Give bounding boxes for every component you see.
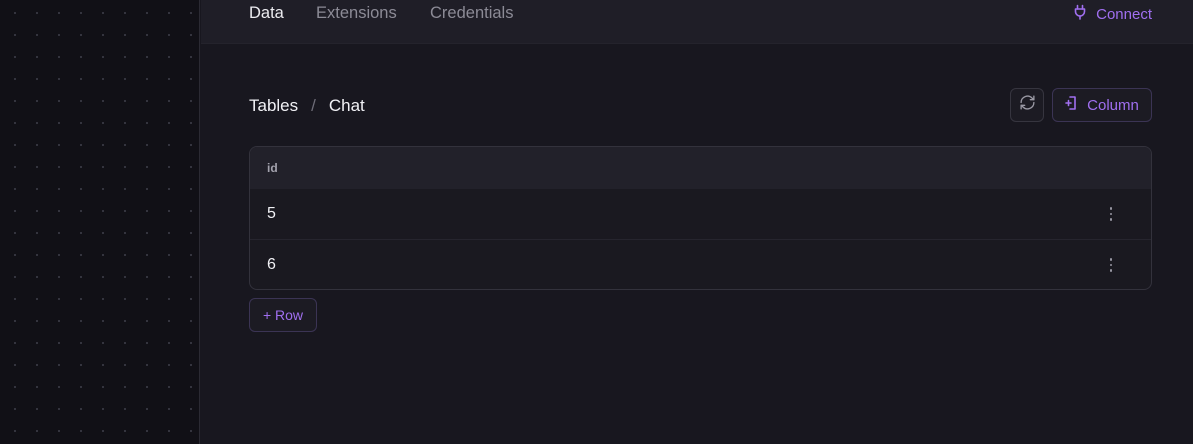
refresh-button[interactable] (1010, 88, 1044, 122)
plug-icon (1073, 4, 1087, 24)
breadcrumb-current-table: Chat (328, 96, 365, 115)
connect-label: Connect (1096, 5, 1152, 23)
tab-credentials[interactable]: Credentials (430, 4, 513, 23)
table-row[interactable]: 5 (250, 189, 1151, 239)
row-menu-icon[interactable] (1107, 258, 1115, 272)
tab-data[interactable]: Data (249, 4, 284, 23)
data-table: id 5 6 (249, 146, 1152, 290)
column-header-id[interactable]: id (267, 161, 278, 175)
tab-extensions[interactable]: Extensions (316, 4, 397, 23)
table-row[interactable]: 6 (250, 239, 1151, 289)
main-panel: Data Extensions Credentials Connect Tabl… (201, 0, 1193, 444)
row-menu-icon[interactable] (1107, 207, 1115, 221)
add-row-button[interactable]: + Row (249, 298, 317, 332)
add-column-label: Column (1087, 96, 1139, 114)
cell-id[interactable]: 6 (267, 256, 276, 274)
add-column-button[interactable]: Column (1052, 88, 1152, 122)
table-header: id (250, 147, 1151, 189)
dotted-canvas-panel (0, 0, 200, 444)
breadcrumb-separator: / (311, 96, 316, 115)
cell-id[interactable]: 5 (267, 205, 276, 223)
top-navigation-bar: Data Extensions Credentials Connect (201, 0, 1193, 44)
column-add-icon (1065, 95, 1077, 115)
breadcrumb: Tables / Chat (249, 96, 365, 116)
connect-button[interactable]: Connect (1073, 4, 1152, 24)
app-window: Data Extensions Credentials Connect Tabl… (0, 0, 1193, 444)
breadcrumb-tables[interactable]: Tables (249, 96, 298, 116)
refresh-icon (1019, 94, 1036, 116)
